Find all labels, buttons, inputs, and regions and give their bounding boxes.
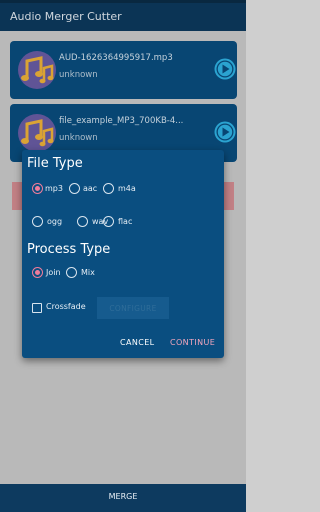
crossfade-label: Crossfade [46, 302, 86, 311]
process-type-title: Process Type [27, 242, 111, 257]
cancel-button[interactable]: CANCEL [120, 338, 155, 347]
continue-button[interactable]: CONTINUE [170, 338, 215, 347]
radio-join[interactable] [32, 267, 43, 278]
radio-label-mix: Mix [81, 268, 95, 277]
bottom-bar: MERGE [0, 484, 246, 512]
radio-m4a[interactable] [103, 183, 114, 194]
radio-ogg[interactable] [32, 216, 43, 227]
radio-flac[interactable] [103, 216, 114, 227]
radio-label-join: Join [46, 268, 61, 277]
crossfade-checkbox[interactable] [32, 303, 42, 313]
radio-label-mp3: mp3 [45, 184, 63, 193]
radio-label-flac: flac [118, 217, 133, 226]
file-type-title: File Type [27, 156, 83, 171]
configure-button[interactable]: CONFIGURE [97, 297, 169, 319]
merge-button[interactable]: MERGE [0, 492, 246, 501]
radio-mix[interactable] [66, 267, 77, 278]
radio-label-aac: aac [83, 184, 98, 193]
radio-label-ogg: ogg [47, 217, 63, 226]
radio-wav[interactable] [77, 216, 88, 227]
radio-mp3[interactable] [32, 183, 43, 194]
radio-label-m4a: m4a [118, 184, 136, 193]
radio-aac[interactable] [69, 183, 80, 194]
merge-options-dialog: File Type mp3 aac m4a ogg wav flac Proce… [22, 150, 224, 358]
